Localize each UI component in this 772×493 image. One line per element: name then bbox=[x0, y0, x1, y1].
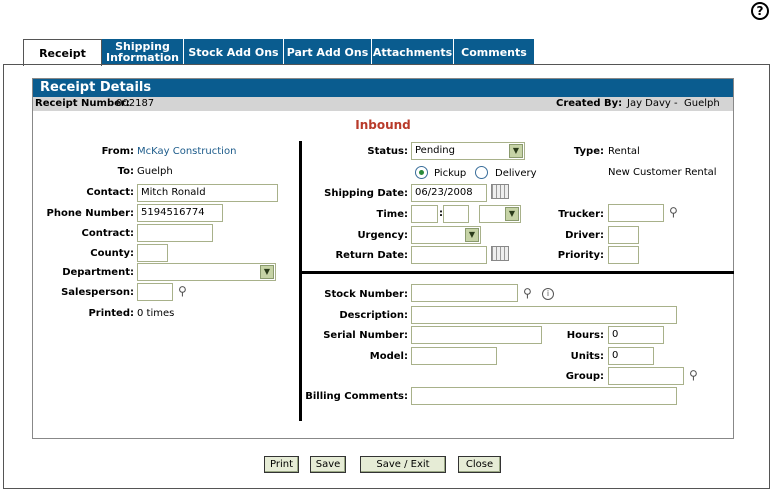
group-search-icon[interactable]: ⚲ bbox=[689, 368, 703, 382]
driver-label: Driver: bbox=[565, 230, 604, 241]
phone-number-input[interactable]: 5194516774 bbox=[137, 204, 223, 222]
from-value-link[interactable]: McKay Construction bbox=[137, 146, 236, 157]
horizontal-divider bbox=[302, 271, 734, 274]
printed-label: Printed: bbox=[88, 308, 134, 319]
tab-attachments[interactable]: Attachments bbox=[372, 39, 454, 65]
shipping-date-label: Shipping Date: bbox=[324, 188, 408, 199]
direction-title: Inbound bbox=[355, 118, 411, 132]
time-hour-input[interactable] bbox=[411, 205, 438, 223]
contact-label: Contact: bbox=[86, 187, 134, 198]
group-label: Group: bbox=[565, 371, 604, 382]
hours-input[interactable]: 0 bbox=[608, 326, 664, 344]
pickup-label: Pickup bbox=[434, 168, 467, 179]
save-button[interactable]: Save bbox=[310, 456, 346, 473]
printed-value: 0 times bbox=[137, 308, 175, 319]
return-date-label: Return Date: bbox=[335, 250, 408, 261]
type-value: Rental bbox=[608, 146, 640, 157]
from-label: From: bbox=[101, 146, 134, 157]
tab-part-add-ons[interactable]: Part Add Ons bbox=[284, 39, 372, 65]
model-label: Model: bbox=[369, 351, 408, 362]
created-by-label: Created By: bbox=[556, 98, 623, 109]
rental-kind: New Customer Rental bbox=[608, 167, 717, 178]
department-label: Department: bbox=[62, 267, 134, 278]
trucker-input[interactable] bbox=[608, 204, 664, 222]
return-date-calendar-icon[interactable] bbox=[491, 246, 509, 261]
stock-number-input[interactable] bbox=[411, 284, 518, 302]
to-label: To: bbox=[117, 166, 134, 177]
billing-comments-label: Billing Comments: bbox=[305, 391, 408, 402]
delivery-label: Delivery bbox=[495, 168, 537, 179]
phone-number-label: Phone Number: bbox=[46, 208, 134, 219]
urgency-select[interactable]: ▼ bbox=[411, 226, 481, 244]
stock-number-label: Stock Number: bbox=[324, 289, 408, 300]
salesperson-label: Salesperson: bbox=[61, 287, 134, 298]
tab-stock-add-ons[interactable]: Stock Add Ons bbox=[184, 39, 284, 65]
serial-number-input[interactable] bbox=[411, 326, 542, 344]
tab-shipping-information[interactable]: Shipping Information bbox=[102, 39, 184, 65]
time-ampm-select[interactable]: ▼ bbox=[479, 205, 521, 223]
save-exit-button[interactable]: Save / Exit bbox=[360, 456, 446, 473]
chevron-down-icon[interactable]: ▼ bbox=[465, 228, 479, 242]
description-input[interactable] bbox=[411, 306, 677, 324]
salesperson-search-icon[interactable]: ⚲ bbox=[178, 284, 192, 298]
priority-input[interactable] bbox=[608, 246, 639, 264]
type-label: Type: bbox=[573, 146, 604, 157]
county-input[interactable] bbox=[137, 244, 168, 262]
urgency-label: Urgency: bbox=[357, 230, 408, 241]
chevron-down-icon[interactable]: ▼ bbox=[505, 207, 519, 221]
pickup-radio[interactable] bbox=[415, 166, 428, 179]
units-input[interactable]: 0 bbox=[608, 347, 654, 365]
section-title: Receipt Details bbox=[33, 79, 733, 97]
close-button[interactable]: Close bbox=[458, 456, 501, 473]
receipt-number-value: 002187 bbox=[116, 98, 155, 109]
chevron-down-icon[interactable]: ▼ bbox=[509, 144, 523, 158]
description-label: Description: bbox=[339, 310, 408, 321]
salesperson-input[interactable] bbox=[137, 283, 173, 301]
contract-label: Contract: bbox=[81, 228, 135, 239]
receipt-subheader: Receipt Number: 002187 Created By: Jay D… bbox=[33, 97, 733, 111]
status-select-value: Pending bbox=[415, 145, 455, 156]
tab-bar: Receipt Shipping Information Stock Add O… bbox=[23, 39, 535, 66]
trucker-label: Trucker: bbox=[558, 209, 604, 220]
hours-label: Hours: bbox=[566, 330, 604, 341]
time-minute-input[interactable] bbox=[443, 205, 469, 223]
help-icon[interactable]: ? bbox=[751, 2, 769, 20]
status-label: Status: bbox=[367, 146, 408, 157]
units-label: Units: bbox=[570, 351, 604, 362]
time-label: Time: bbox=[376, 209, 408, 220]
print-button[interactable]: Print bbox=[264, 456, 299, 473]
model-input[interactable] bbox=[411, 347, 497, 365]
driver-input[interactable] bbox=[608, 226, 639, 244]
billing-comments-input[interactable] bbox=[411, 387, 677, 405]
trucker-search-icon[interactable]: ⚲ bbox=[669, 205, 683, 219]
shipping-date-calendar-icon[interactable] bbox=[491, 184, 509, 199]
status-select[interactable]: Pending ▼ bbox=[411, 142, 525, 160]
tab-receipt[interactable]: Receipt bbox=[23, 39, 102, 66]
serial-number-label: Serial Number: bbox=[323, 330, 408, 341]
contact-input[interactable]: Mitch Ronald bbox=[137, 184, 278, 202]
shipping-date-input[interactable]: 06/23/2008 bbox=[411, 184, 487, 202]
stock-number-search-icon[interactable]: ⚲ bbox=[523, 286, 537, 300]
to-value: Guelph bbox=[137, 166, 173, 177]
contract-input[interactable] bbox=[137, 224, 213, 242]
vertical-divider bbox=[299, 141, 302, 421]
delivery-radio[interactable] bbox=[475, 166, 488, 179]
return-date-input[interactable] bbox=[411, 246, 487, 264]
department-select[interactable]: ▼ bbox=[137, 263, 276, 281]
chevron-down-icon[interactable]: ▼ bbox=[260, 265, 274, 279]
stock-info-icon[interactable]: i bbox=[542, 288, 554, 300]
group-input[interactable] bbox=[608, 367, 684, 385]
tab-comments[interactable]: Comments bbox=[454, 39, 535, 65]
county-label: County: bbox=[90, 248, 134, 259]
priority-label: Priority: bbox=[557, 250, 604, 261]
created-by-value: Jay Davy - Guelph bbox=[627, 98, 720, 109]
